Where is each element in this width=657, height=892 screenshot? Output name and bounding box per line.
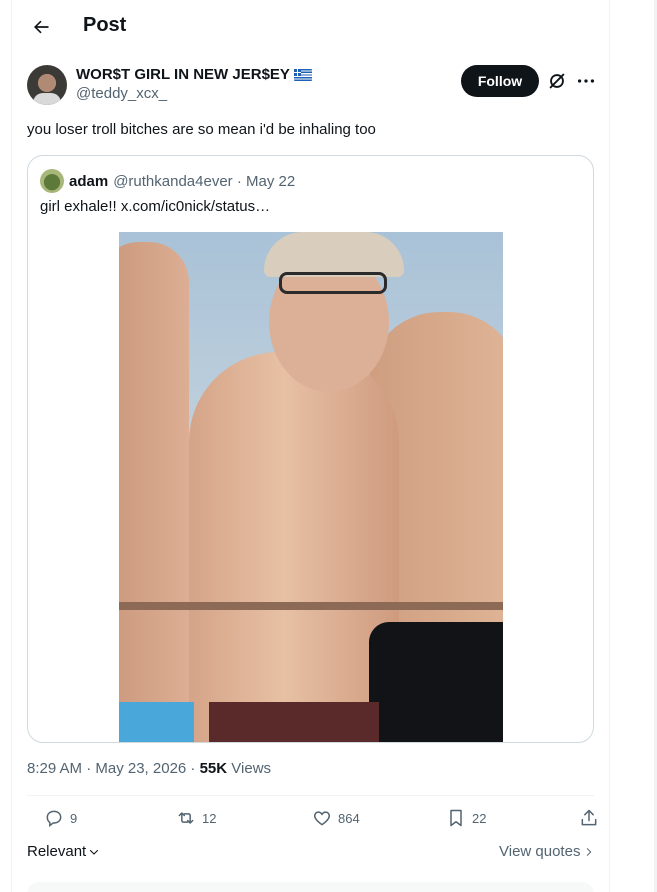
- like-count: 864: [338, 810, 360, 826]
- post-text: you loser troll bitches are so mean i'd …: [27, 121, 376, 138]
- views-count: 55K: [199, 760, 228, 777]
- view-quotes-link[interactable]: View quotes: [499, 843, 594, 860]
- author-handle[interactable]: @teddy_xcx_: [76, 85, 312, 102]
- share-icon: [581, 809, 597, 826]
- back-arrow-icon: [34, 20, 49, 34]
- grok-icon: [549, 73, 565, 89]
- quoted-author-meta: @ruthkanda4ever · May 22: [113, 172, 296, 190]
- reply-icon: [46, 810, 62, 827]
- right-gutter: [611, 0, 657, 892]
- like-icon: [313, 811, 331, 826]
- bookmark-button[interactable]: 22: [446, 808, 486, 828]
- quoted-author-name: adam: [69, 172, 109, 190]
- quoted-avatar: [40, 169, 64, 193]
- divider: [27, 795, 594, 796]
- display-name[interactable]: WOR$T GIRL IN NEW JER$EY: [76, 66, 290, 83]
- greek-flag-icon: [293, 68, 312, 81]
- author-row: WOR$T GIRL IN NEW JER$EY @teddy_xcx_ Fol…: [27, 64, 597, 108]
- post-time[interactable]: 8:29 AM · May 23, 2026 ·: [27, 760, 200, 777]
- top-bar: Post: [12, 0, 611, 53]
- quoted-post-header: adam @ruthkanda4ever · May 22: [40, 169, 295, 193]
- reply-sort-dropdown[interactable]: Relevant: [27, 843, 100, 860]
- like-button[interactable]: 864: [312, 808, 360, 828]
- repost-count: 12: [202, 810, 217, 826]
- back-button[interactable]: [26, 12, 56, 42]
- more-options-button[interactable]: [575, 70, 597, 92]
- action-bar: 9 12 864 22: [27, 808, 597, 832]
- view-quotes-label: View quotes: [499, 843, 581, 860]
- quoted-post-photo[interactable]: [119, 232, 503, 742]
- author-name-block: WOR$T GIRL IN NEW JER$EY @teddy_xcx_: [76, 66, 312, 102]
- next-card: [27, 882, 594, 892]
- more-icon: [577, 79, 595, 83]
- post-timestamp: 8:29 AM · May 23, 2026 · 55K Views: [27, 760, 271, 777]
- chevron-right-icon: [587, 847, 592, 856]
- bookmark-icon: [450, 809, 462, 827]
- repost-icon: [178, 812, 194, 824]
- reply-count: 9: [70, 810, 78, 826]
- bookmark-count: 22: [472, 810, 487, 826]
- share-button[interactable]: [579, 808, 599, 828]
- quoted-post-text: girl exhale!! x.com/ic0nick/status…: [40, 198, 271, 215]
- chevron-down-icon: [90, 849, 99, 855]
- reply-sort-label: Relevant: [27, 843, 87, 860]
- grok-button[interactable]: [546, 70, 568, 92]
- follow-button[interactable]: Follow: [461, 65, 539, 97]
- reply-button[interactable]: 9: [44, 808, 77, 828]
- quoted-post[interactable]: adam @ruthkanda4ever · May 22 girl exhal…: [27, 155, 594, 743]
- post-column: Post WOR$T GIRL IN NEW JER$EY @teddy_xcx…: [11, 0, 610, 892]
- avatar[interactable]: [27, 65, 67, 105]
- repost-button[interactable]: 12: [176, 808, 216, 828]
- views-label: Views: [227, 760, 272, 777]
- page-title: Post: [83, 14, 127, 36]
- display-name-row[interactable]: WOR$T GIRL IN NEW JER$EY: [76, 66, 312, 83]
